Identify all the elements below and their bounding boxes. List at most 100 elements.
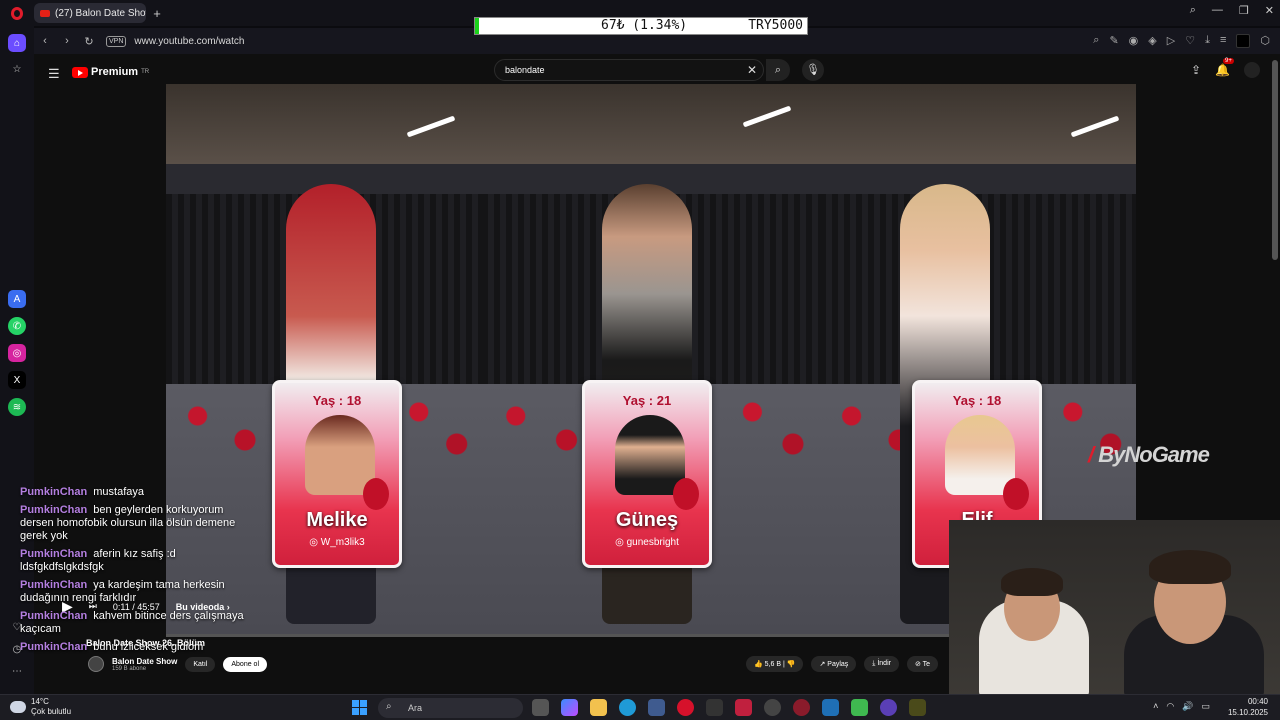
contestant-photo	[615, 415, 685, 495]
more-actions-button[interactable]: ⊘ Te	[906, 656, 939, 672]
contestant-name: Melike	[306, 509, 368, 531]
video-actions: 👍 5,6 B | 👎 ↗ Paylaş ⤓ İndir ⊘ Te	[746, 656, 939, 672]
chevron-up-icon[interactable]: ˄	[1153, 701, 1158, 712]
header-actions: ⇪ 🔔 9+	[1191, 58, 1260, 78]
chat-message: PumkinChan bunu izliceksek gidiom	[20, 641, 204, 653]
extensions-icon[interactable]: ⬡	[1260, 34, 1270, 48]
taskbar-apps	[532, 699, 926, 716]
contestant-photo	[305, 415, 375, 495]
url-field[interactable]: www.youtube.com/watch	[134, 36, 244, 47]
share-button[interactable]: ↗ Paylaş	[811, 656, 857, 672]
whatsapp-icon[interactable]: ✆	[8, 317, 26, 335]
volume-icon[interactable]: 🔊	[1182, 701, 1193, 712]
chat-message: PumkinChan kahvem bitince ders çalışmaya …	[20, 610, 244, 635]
youtube-logo[interactable]: Premium TR	[72, 66, 149, 78]
youtube-play-icon	[72, 66, 88, 78]
x-icon[interactable]: X	[8, 371, 26, 389]
temperature: 14°C	[31, 697, 49, 706]
cloud-icon	[10, 701, 26, 713]
app-icon[interactable]	[735, 699, 752, 716]
taskbar-search[interactable]: ⌕ Ara	[378, 698, 523, 718]
weather-condition: Çok bulutlu	[31, 707, 72, 716]
account-avatar[interactable]	[1244, 62, 1260, 78]
voice-search-icon[interactable]: 🎙	[802, 59, 824, 81]
upload-icon[interactable]: ⇪	[1191, 63, 1201, 77]
balloon-icon	[673, 478, 699, 510]
profile-icon[interactable]	[1236, 34, 1251, 48]
weather-widget[interactable]: 14°C Çok bulutlu	[10, 697, 71, 717]
address-tools: ⌕ ✎ ◉ ◈ ▷ ♡ ⤓ ≡ ⬡	[1093, 34, 1280, 48]
download-icon[interactable]: ⤓	[1205, 34, 1210, 48]
logo-text: Premium	[91, 66, 139, 78]
search-tabs-icon[interactable]: ⌕	[1190, 4, 1196, 17]
back-icon[interactable]: ‹	[34, 35, 56, 47]
reload-icon[interactable]: ↻	[78, 35, 100, 48]
contestant-photo	[945, 415, 1015, 495]
clear-search-icon[interactable]: ✕	[747, 63, 757, 77]
restore-icon[interactable]: ❐	[1239, 4, 1249, 17]
forward-icon[interactable]: ›	[56, 35, 78, 47]
search-input[interactable]: balondate ✕	[494, 59, 764, 81]
app-icon[interactable]	[851, 699, 868, 716]
battery-icon[interactable]: ▭	[1201, 701, 1210, 712]
system-tray: ˄ ◠ 🔊 ▭	[1153, 701, 1210, 712]
shield-icon[interactable]: ◈	[1148, 34, 1156, 48]
channel-watermark: / ByNoGame	[1088, 442, 1210, 467]
settings-icon[interactable]	[764, 699, 781, 716]
opera-icon[interactable]	[677, 699, 694, 716]
home-icon[interactable]: ⌂	[8, 34, 26, 52]
aria-icon[interactable]: A	[8, 290, 26, 308]
app-icon[interactable]	[706, 699, 723, 716]
star-icon[interactable]: ☆	[8, 60, 26, 78]
donation-goal: TRY5000	[748, 18, 803, 33]
copilot-icon[interactable]	[561, 699, 578, 716]
edge-icon[interactable]	[619, 699, 636, 716]
search-button[interactable]: ⌕	[766, 59, 790, 81]
youtube-favicon-icon	[40, 9, 50, 17]
more-icon[interactable]: ⋯	[8, 662, 26, 680]
menu-icon[interactable]: ≡	[1220, 34, 1226, 48]
app-icon[interactable]	[822, 699, 839, 716]
contestant-instagram: ◎ gunesbright	[615, 537, 679, 548]
channel-subscribers: 159 B abone	[112, 665, 147, 672]
clock-date: 15.10.2025	[1227, 708, 1268, 717]
search-value: balondate	[505, 65, 545, 75]
donation-amount: 67₺ (1.34%)	[601, 18, 688, 33]
hamburger-menu-icon[interactable]: ☰	[48, 66, 60, 82]
contestant-age: Yaş : 18	[952, 393, 1002, 408]
like-button[interactable]: 👍 5,6 B | 👎	[746, 656, 804, 672]
opera-menu-icon[interactable]	[0, 0, 34, 26]
wifi-icon[interactable]: ◠	[1166, 701, 1174, 712]
stream-chat-overlay: PumkinChan mustafaya PumkinChan ben geyler…	[20, 486, 260, 659]
page-scrollbar[interactable]	[1272, 60, 1278, 260]
logo-country: TR	[141, 69, 150, 75]
tab-youtube[interactable]: (27) Balon Date Show 26. ×	[34, 3, 146, 23]
heart-icon[interactable]: ♡	[1185, 34, 1195, 48]
new-tab-button[interactable]: +	[146, 6, 168, 21]
contestant-age: Yaş : 21	[622, 393, 672, 408]
minimize-icon[interactable]: —	[1212, 4, 1223, 17]
notifications-icon[interactable]: 🔔 9+	[1215, 58, 1234, 77]
system-clock[interactable]: 00:40 15.10.2025	[1228, 696, 1268, 718]
task-view-icon[interactable]	[532, 699, 549, 716]
camera-icon[interactable]: ◉	[1129, 34, 1139, 48]
chat-message: PumkinChan ya kardeşim tama herkesin duda…	[20, 579, 225, 604]
start-button[interactable]	[352, 700, 367, 715]
notification-badge: 9+	[1223, 58, 1234, 64]
desktop-screen: (27) Balon Date Show 26. × + ⌕ — ❐ ✕ 67₺…	[0, 0, 1280, 720]
zoom-icon[interactable]: ⌕	[1093, 34, 1099, 48]
contestant-card: Yaş : 18 Melike ◎ W_m3lik3	[272, 380, 402, 568]
edit-icon[interactable]: ✎	[1109, 34, 1118, 48]
play-icon[interactable]: ▷	[1167, 34, 1175, 48]
app-icon[interactable]	[909, 699, 926, 716]
opera-gx-icon[interactable]	[793, 699, 810, 716]
spotify-icon[interactable]: ≋	[8, 398, 26, 416]
contestant-name: Güneş	[615, 509, 679, 531]
instagram-icon[interactable]: ◎	[8, 344, 26, 362]
store-icon[interactable]	[648, 699, 665, 716]
app-icon[interactable]	[880, 699, 897, 716]
file-explorer-icon[interactable]	[590, 699, 607, 716]
download-button[interactable]: ⤓ İndir	[864, 656, 899, 672]
vpn-badge[interactable]: VPN	[106, 35, 127, 47]
close-window-icon[interactable]: ✕	[1265, 4, 1274, 17]
